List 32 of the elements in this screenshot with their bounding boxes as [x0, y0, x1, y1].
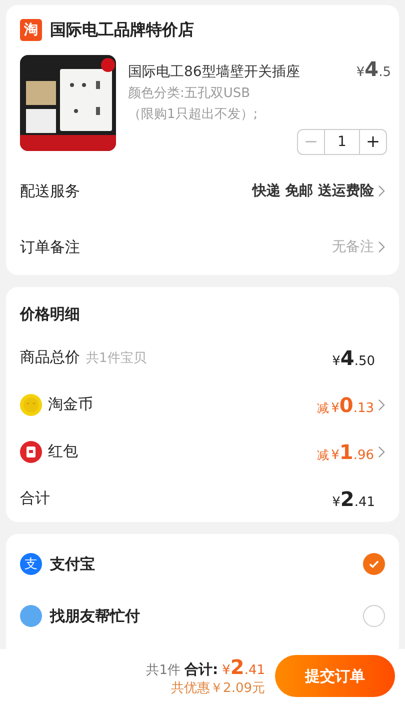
discount-total: 共优惠￥2.09元	[171, 680, 265, 697]
chevron-icon	[378, 185, 385, 197]
coin-icon	[20, 394, 42, 416]
row-label: 订单备注	[20, 238, 81, 256]
store-name[interactable]: 国际电工品牌特价店	[50, 20, 194, 40]
chevron-icon	[378, 241, 385, 253]
chevron-icon	[378, 446, 385, 458]
section-title: 价格明细	[18, 304, 81, 325]
radio-button[interactable]	[363, 605, 385, 627]
store-logo: 淘	[20, 19, 42, 41]
chevron-icon	[378, 398, 385, 410]
item-count: 共1件	[146, 662, 180, 679]
product-title[interactable]: 国际电工86型墙壁开关插座	[128, 63, 300, 81]
total-amount: ¥2.41	[222, 655, 265, 679]
row-hint: 共1件宝贝	[86, 350, 146, 366]
price-amount: ¥2.41	[332, 486, 376, 510]
radio-button[interactable]	[363, 553, 385, 575]
row-label: 商品总价	[20, 348, 80, 367]
row-value[interactable]: 快递 免邮 送运费险	[252, 182, 374, 200]
product-variant: 颜色分类:五孔双USB	[128, 85, 252, 102]
row-label: 红包	[48, 442, 78, 461]
row-label: 配送服务	[20, 182, 81, 200]
row-label: 合计	[20, 489, 50, 508]
product-price: ¥4.5	[356, 57, 391, 81]
alipay-icon: 支	[20, 553, 42, 575]
payment-option[interactable]: 支付宝	[50, 554, 355, 574]
envelope-icon	[20, 440, 42, 462]
total-label: 合计:	[184, 661, 218, 679]
price-amount: ¥4.50	[332, 346, 376, 370]
payment-option[interactable]: 找朋友帮忙付	[50, 606, 355, 626]
product-note: （限购1只超出不发）;	[128, 106, 259, 123]
row-label: 淘金币	[48, 395, 93, 414]
